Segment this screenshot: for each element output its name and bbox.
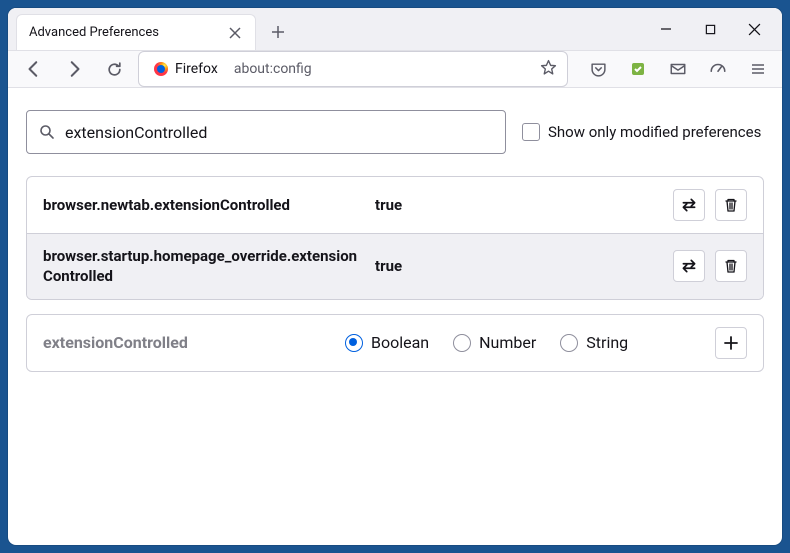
firefox-icon [153, 61, 169, 77]
pocket-icon[interactable] [584, 55, 612, 83]
toggle-button[interactable] [673, 250, 705, 282]
identity-box[interactable]: Firefox [149, 59, 228, 79]
trash-icon [723, 258, 739, 274]
pref-value: true [375, 196, 661, 214]
checkbox-icon[interactable] [522, 123, 540, 141]
maximize-button[interactable] [698, 17, 722, 41]
radio-label: Number [479, 333, 536, 352]
bookmark-star-icon[interactable] [540, 59, 557, 80]
delete-button[interactable] [715, 250, 747, 282]
minimize-button[interactable] [654, 17, 678, 41]
plus-icon [723, 335, 739, 351]
table-row[interactable]: browser.startup.homepage_override.extens… [27, 234, 763, 299]
search-icon [39, 124, 55, 140]
radio-icon [560, 334, 578, 352]
pref-actions [673, 189, 747, 221]
reload-button[interactable] [98, 53, 130, 85]
table-row[interactable]: browser.newtab.extensionControlled true [27, 177, 763, 234]
add-button[interactable] [715, 327, 747, 359]
search-row: Show only modified preferences [26, 110, 764, 154]
new-tab-button[interactable] [264, 18, 292, 46]
new-pref-row: extensionControlled Boolean Number Strin… [26, 314, 764, 372]
dashboard-icon[interactable] [704, 55, 732, 83]
mail-icon[interactable] [664, 55, 692, 83]
url-bar[interactable]: Firefox about:config [138, 51, 568, 87]
show-modified-toggle[interactable]: Show only modified preferences [522, 123, 761, 141]
toolbar-right [584, 55, 772, 83]
show-modified-label: Show only modified preferences [548, 123, 761, 141]
search-input[interactable] [65, 123, 493, 142]
radio-label: String [586, 333, 628, 352]
toggle-button[interactable] [673, 189, 705, 221]
pref-value: true [375, 257, 661, 275]
radio-icon [345, 334, 363, 352]
title-bar: Advanced Preferences [8, 8, 782, 51]
delete-button[interactable] [715, 189, 747, 221]
tabs-container: Advanced Preferences [16, 14, 654, 50]
type-radio-group: Boolean Number String [345, 333, 703, 352]
prefs-table: browser.newtab.extensionControlled true … [26, 176, 764, 300]
radio-string[interactable]: String [560, 333, 628, 352]
navigation-toolbar: Firefox about:config [8, 51, 782, 88]
tab-advanced-preferences[interactable]: Advanced Preferences [16, 14, 256, 50]
browser-window: Advanced Preferences [8, 8, 782, 545]
window-controls [654, 17, 766, 41]
close-icon[interactable] [227, 25, 243, 41]
radio-icon [453, 334, 471, 352]
back-button[interactable] [18, 53, 50, 85]
radio-number[interactable]: Number [453, 333, 536, 352]
trash-icon [723, 197, 739, 213]
tab-title: Advanced Preferences [29, 25, 159, 40]
about-config-content: Show only modified preferences browser.n… [8, 88, 782, 394]
pref-name: browser.startup.homepage_override.extens… [43, 246, 363, 287]
radio-boolean[interactable]: Boolean [345, 333, 429, 352]
radio-label: Boolean [371, 333, 429, 352]
url-text: about:config [234, 61, 312, 77]
forward-button[interactable] [58, 53, 90, 85]
swap-icon [680, 196, 698, 214]
close-window-button[interactable] [742, 17, 766, 41]
search-box[interactable] [26, 110, 506, 154]
new-pref-name: extensionControlled [43, 333, 333, 352]
extension-icon[interactable] [624, 55, 652, 83]
menu-icon[interactable] [744, 55, 772, 83]
swap-icon [680, 257, 698, 275]
identity-label: Firefox [175, 61, 218, 77]
pref-actions [673, 250, 747, 282]
pref-name: browser.newtab.extensionControlled [43, 195, 363, 215]
